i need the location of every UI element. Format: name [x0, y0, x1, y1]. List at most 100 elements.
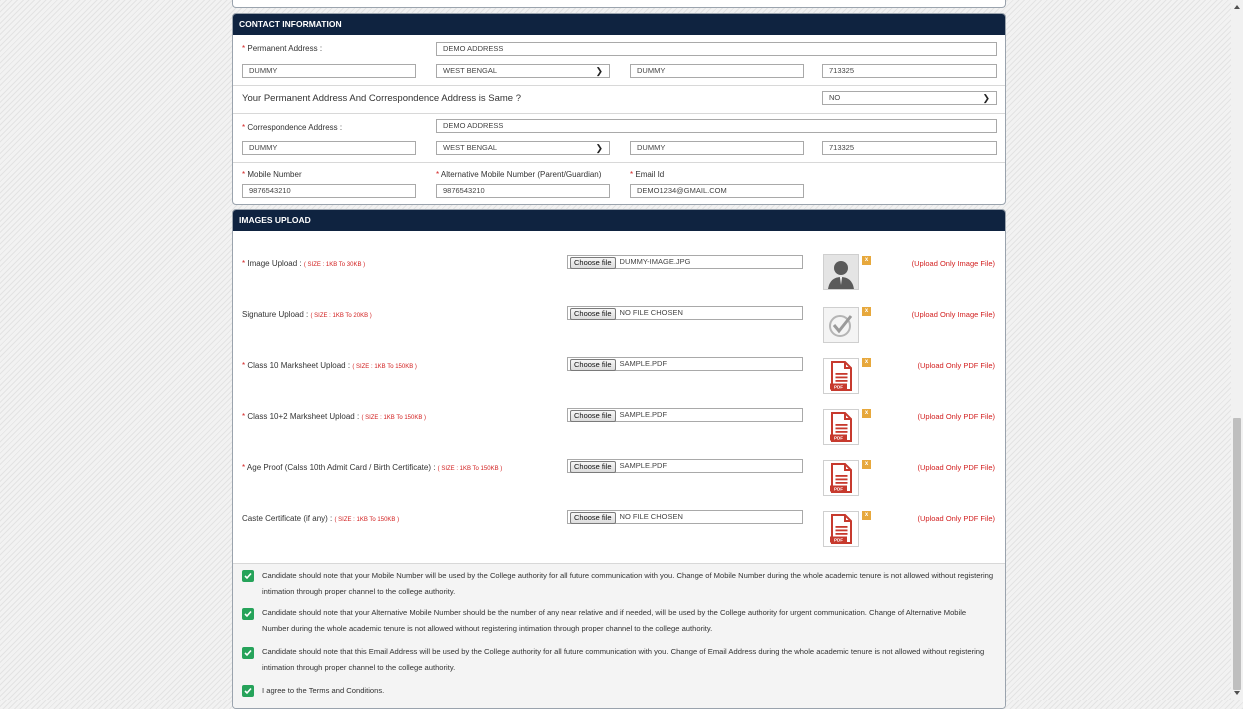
permanent-city-input[interactable]: DUMMY: [242, 64, 416, 78]
required-mark: *: [630, 170, 634, 179]
choose-file-button[interactable]: Choose file: [570, 461, 616, 473]
correspondence-city-input[interactable]: DUMMY: [242, 141, 416, 155]
signature-icon: [823, 307, 859, 343]
declaration-checkbox[interactable]: [242, 608, 254, 620]
choose-file-button[interactable]: Choose file: [570, 512, 616, 524]
choose-file-button[interactable]: Choose file: [570, 308, 616, 320]
upload-label: * Class 10 Marksheet Upload : ( SIZE : 1…: [242, 361, 417, 370]
caste-file-input[interactable]: Choose file NO FILE CHOSEN: [567, 510, 803, 524]
upload-label: Signature Upload : ( SIZE : 1KB To 20KB …: [242, 310, 372, 319]
permanent-address-label: * Permanent Address :: [242, 44, 322, 53]
class12-file-input[interactable]: Choose file SAMPLE.PDF: [567, 408, 803, 422]
remove-file-button[interactable]: x: [862, 460, 871, 469]
correspondence-district-input[interactable]: DUMMY: [630, 141, 804, 155]
scroll-down-icon[interactable]: [1234, 691, 1240, 695]
terms-text: I agree to the Terms and Conditions.: [262, 686, 385, 695]
upload-size-hint: ( SIZE : 1KB To 150KB ): [352, 364, 417, 370]
alt-mobile-label: * Alternative Mobile Number (Parent/Guar…: [436, 170, 601, 179]
upload-label-text: Signature Upload :: [242, 310, 309, 319]
upload-row-signature: Signature Upload : ( SIZE : 1KB To 20KB …: [233, 292, 1005, 343]
scroll-up-icon[interactable]: [1234, 5, 1240, 9]
upload-label: * Image Upload : ( SIZE : 1KB To 30KB ): [242, 259, 365, 268]
svg-text:PDF: PDF: [834, 538, 843, 543]
declaration-text: Candidate should note that this Email Ad…: [262, 647, 985, 672]
image-file-input[interactable]: Choose file DUMMY-IMAGE.JPG: [567, 255, 803, 269]
email-input[interactable]: DEMO1234@GMAIL.COM: [630, 184, 804, 198]
upload-row-age-proof: * Age Proof (Calss 10th Admit Card / Bir…: [233, 445, 1005, 496]
page-scrollbar[interactable]: [1231, 0, 1243, 700]
age-proof-file-input[interactable]: Choose file SAMPLE.PDF: [567, 459, 803, 473]
upload-type-note: (Upload Only PDF File): [917, 361, 995, 370]
choose-file-button[interactable]: Choose file: [570, 257, 616, 269]
declaration-checkbox[interactable]: [242, 570, 254, 582]
permanent-state-value: WEST BENGAL: [443, 66, 498, 75]
svg-text:PDF: PDF: [834, 385, 843, 390]
declaration-text: Candidate should note that your Alternat…: [262, 608, 967, 633]
upload-size-hint: ( SIZE : 1KB To 150KB ): [361, 415, 427, 421]
required-mark: *: [242, 361, 246, 370]
alt-mobile-input[interactable]: 9876543210: [436, 184, 610, 198]
email-label: * Email Id: [630, 170, 664, 179]
choose-file-button[interactable]: Choose file: [570, 410, 616, 422]
correspondence-address-input[interactable]: DEMO ADDRESS: [436, 119, 997, 133]
alt-mobile-label-text: Alternative Mobile Number (Parent/Guardi…: [440, 170, 602, 179]
declaration-text: Candidate should note that your Mobile N…: [262, 571, 994, 596]
remove-file-button[interactable]: x: [862, 307, 871, 316]
images-upload-panel: IMAGES UPLOAD * Image Upload : ( SIZE : …: [232, 209, 1006, 709]
required-mark: *: [436, 170, 440, 179]
terms-checkbox[interactable]: [242, 685, 254, 697]
upload-size-hint: ( SIZE : 1KB To 150KB ): [334, 517, 400, 523]
pdf-icon: PDF: [823, 460, 859, 496]
required-mark: *: [242, 123, 246, 132]
divider: [233, 563, 1005, 564]
divider: [233, 113, 1005, 114]
remove-file-button[interactable]: x: [862, 511, 871, 520]
svg-text:PDF: PDF: [834, 487, 843, 492]
upload-type-note: (Upload Only PDF File): [917, 514, 995, 523]
file-name: SAMPLE.PDF: [619, 461, 668, 470]
correspondence-pin-input[interactable]: 713325: [822, 141, 997, 155]
remove-file-button[interactable]: x: [862, 358, 871, 367]
declaration-checkbox[interactable]: [242, 647, 254, 659]
upload-label-text: Class 10 Marksheet Upload :: [247, 361, 351, 370]
upload-row-class10: * Class 10 Marksheet Upload : ( SIZE : 1…: [233, 343, 1005, 394]
upload-label: Caste Certificate (if any) : ( SIZE : 1K…: [242, 514, 399, 523]
required-mark: *: [242, 170, 246, 179]
upload-row-class12: * Class 10+2 Marksheet Upload : ( SIZE :…: [233, 394, 1005, 445]
signature-file-input[interactable]: Choose file NO FILE CHOSEN: [567, 306, 803, 320]
upload-size-hint: ( SIZE : 1KB To 30KB ): [303, 262, 366, 268]
permanent-state-select[interactable]: WEST BENGAL ❯: [436, 64, 610, 78]
file-name: NO FILE CHOSEN: [619, 512, 683, 521]
upload-row-image: * Image Upload : ( SIZE : 1KB To 30KB ) …: [233, 240, 1005, 292]
permanent-address-label-text: Permanent Address :: [247, 44, 323, 53]
images-panel-title: IMAGES UPLOAD: [233, 210, 1005, 231]
contact-panel-title: CONTACT INFORMATION: [233, 14, 1005, 35]
remove-file-button[interactable]: x: [862, 409, 871, 418]
class10-file-input[interactable]: Choose file SAMPLE.PDF: [567, 357, 803, 371]
file-name: DUMMY-IMAGE.JPG: [619, 257, 691, 266]
pdf-icon: PDF: [823, 409, 859, 445]
scrollbar-thumb[interactable]: [1233, 418, 1241, 690]
chevron-down-icon: ❯: [982, 93, 990, 103]
correspondence-state-select[interactable]: WEST BENGAL ❯: [436, 141, 610, 155]
permanent-pin-input[interactable]: 713325: [822, 64, 997, 78]
remove-file-button[interactable]: x: [862, 256, 871, 265]
upload-size-hint: ( SIZE : 1KB To 20KB ): [310, 313, 372, 319]
mobile-number-input[interactable]: 9876543210: [242, 184, 416, 198]
upload-type-note: (Upload Only Image File): [911, 259, 995, 268]
permanent-address-input[interactable]: DEMO ADDRESS: [436, 42, 997, 56]
person-photo-icon: [823, 254, 859, 290]
email-label-text: Email Id: [635, 170, 665, 179]
upload-label: * Class 10+2 Marksheet Upload : ( SIZE :…: [242, 412, 426, 421]
permanent-district-input[interactable]: DUMMY: [630, 64, 804, 78]
upload-label-text: Caste Certificate (if any) :: [242, 514, 333, 523]
contact-information-panel: CONTACT INFORMATION * Permanent Address …: [232, 13, 1006, 205]
mobile-number-label-text: Mobile Number: [247, 170, 302, 179]
divider: [233, 162, 1005, 163]
same-address-select[interactable]: NO ❯: [822, 91, 997, 105]
choose-file-button[interactable]: Choose file: [570, 359, 616, 371]
upload-type-note: (Upload Only Image File): [911, 310, 995, 319]
pdf-icon: PDF: [823, 511, 859, 547]
required-mark: *: [242, 44, 246, 53]
chevron-down-icon: ❯: [595, 66, 603, 76]
